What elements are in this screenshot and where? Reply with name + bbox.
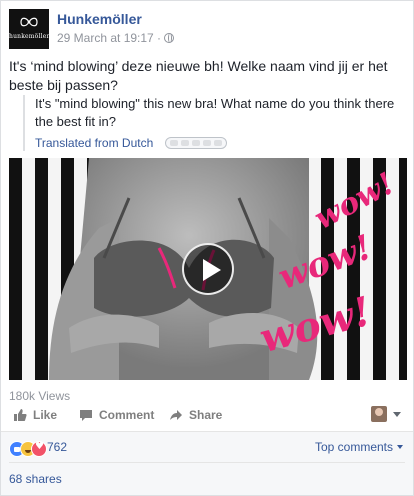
comment-button[interactable]: Comment <box>79 406 154 424</box>
view-count: 180k Views <box>9 389 71 403</box>
like-button[interactable]: Like <box>13 406 57 424</box>
globe-icon <box>164 33 175 43</box>
page-avatar[interactable]: hunkemöller <box>9 9 49 49</box>
post-header: hunkemöller Hunkemöller 29 March at 19:1… <box>9 9 407 49</box>
share-icon <box>170 410 182 420</box>
video-player[interactable]: wow! wow! wow! <box>9 158 407 380</box>
post-card: hunkemöller Hunkemöller 29 March at 19:1… <box>0 0 414 496</box>
like-label: Like <box>33 408 58 422</box>
translation-text: It's "mind blowing" this new bra! What n… <box>35 96 395 129</box>
actor-selector-avatar[interactable] <box>371 406 387 422</box>
translation-row: Translated from Dutch <box>35 135 407 151</box>
post-meta: 29 March at 19:17 · <box>57 31 175 45</box>
share-button[interactable]: Share <box>169 406 222 424</box>
post-timestamp[interactable]: 29 March at 19:17 · <box>57 31 161 45</box>
shares-count[interactable]: 68 shares <box>9 472 62 486</box>
action-bar: Like Comment Share <box>9 404 407 426</box>
translation-rating[interactable] <box>164 137 227 149</box>
post-text: It's ‘mind blowing’ deze nieuwe bh! Welk… <box>9 58 388 93</box>
translated-from-link[interactable]: Translated from Dutch <box>35 136 153 150</box>
reaction-count[interactable]: 762 <box>47 440 67 454</box>
play-icon[interactable] <box>182 243 234 295</box>
thumbs-up-icon <box>14 409 27 421</box>
share-label: Share <box>189 408 223 422</box>
love-reaction-icon <box>31 441 47 457</box>
reactions-bar: 762 Top comments 68 shares <box>1 431 413 495</box>
translation-block: It's "mind blowing" this new bra! What n… <box>23 95 407 151</box>
comment-label: Comment <box>99 408 155 422</box>
comment-icon <box>80 410 92 421</box>
divider <box>9 462 405 463</box>
chevron-down-icon[interactable] <box>393 412 401 417</box>
bow-logo-icon <box>20 17 38 27</box>
comment-sort-label: Top comments <box>314 440 393 454</box>
logo-wordmark: hunkemöller <box>9 33 50 40</box>
caret-down-icon <box>397 445 403 449</box>
page-name-link[interactable]: Hunkemöller <box>57 11 142 27</box>
comment-sort-dropdown[interactable]: Top comments <box>315 440 403 454</box>
